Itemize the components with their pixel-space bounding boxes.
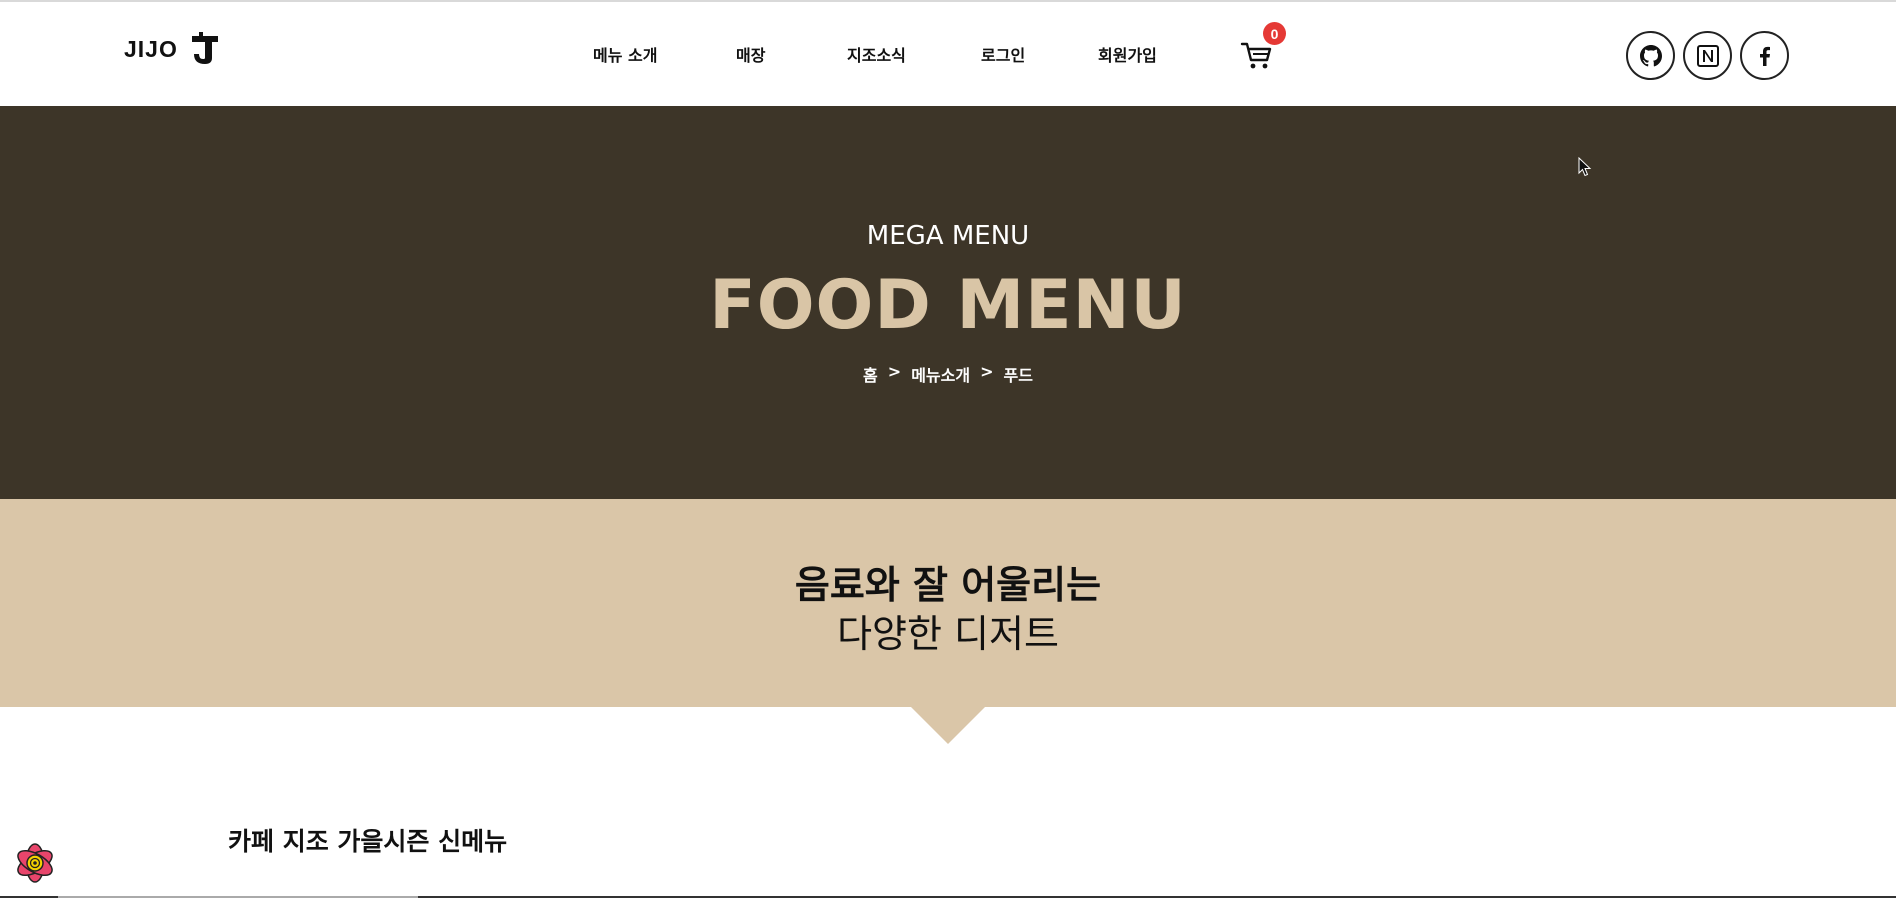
down-arrow-pointer bbox=[911, 707, 985, 744]
page-title: FOOD MENU bbox=[709, 266, 1187, 345]
breadcrumb: 홈 > 메뉴소개 > 푸드 bbox=[0, 362, 1896, 386]
logo[interactable]: JIJO bbox=[124, 32, 220, 66]
react-devtools-icon[interactable] bbox=[12, 840, 58, 886]
nav-item-news[interactable]: 지조소식 bbox=[847, 42, 906, 66]
breadcrumb-separator: > bbox=[887, 362, 902, 381]
intro-subline: 다양한 디저트 bbox=[837, 612, 1059, 656]
facebook-icon bbox=[1759, 46, 1770, 66]
nav-item-store[interactable]: 매장 bbox=[736, 42, 765, 66]
intro-headline: 음료와 잘 어울리는 bbox=[794, 563, 1102, 607]
logo-mark-icon bbox=[191, 32, 218, 64]
hero-subtitle: MEGA MENU bbox=[866, 221, 1030, 251]
notion-link[interactable] bbox=[1683, 31, 1732, 80]
mouse-cursor-icon bbox=[1578, 157, 1592, 177]
site-header: JIJO 메뉴 소개 매장 지조소식 로그인 회원가입 0 bbox=[0, 2, 1896, 106]
breadcrumb-current: 푸드 bbox=[1003, 366, 1033, 385]
breadcrumb-separator: > bbox=[980, 362, 994, 381]
nav-item-signup[interactable]: 회원가입 bbox=[1098, 42, 1157, 66]
nav-item-menu[interactable]: 메뉴 소개 bbox=[593, 42, 657, 66]
nav-item-login[interactable]: 로그인 bbox=[981, 42, 1025, 66]
notion-icon bbox=[1696, 44, 1719, 67]
breadcrumb-home[interactable]: 홈 bbox=[863, 362, 878, 386]
logo-text: JIJO bbox=[124, 35, 178, 62]
github-icon bbox=[1639, 44, 1662, 66]
facebook-link[interactable] bbox=[1740, 31, 1789, 80]
section-title: 카페 지조 가을시즌 신메뉴 bbox=[228, 827, 508, 856]
intro-band: 음료와 잘 어울리는 다양한 디저트 bbox=[0, 499, 1896, 707]
hero-banner: MEGA MENU FOOD MENU 홈 > 메뉴소개 > 푸드 bbox=[0, 106, 1896, 499]
github-link[interactable] bbox=[1626, 31, 1675, 80]
cart-count-badge: 0 bbox=[1263, 22, 1286, 45]
breadcrumb-menu[interactable]: 메뉴소개 bbox=[911, 362, 970, 386]
